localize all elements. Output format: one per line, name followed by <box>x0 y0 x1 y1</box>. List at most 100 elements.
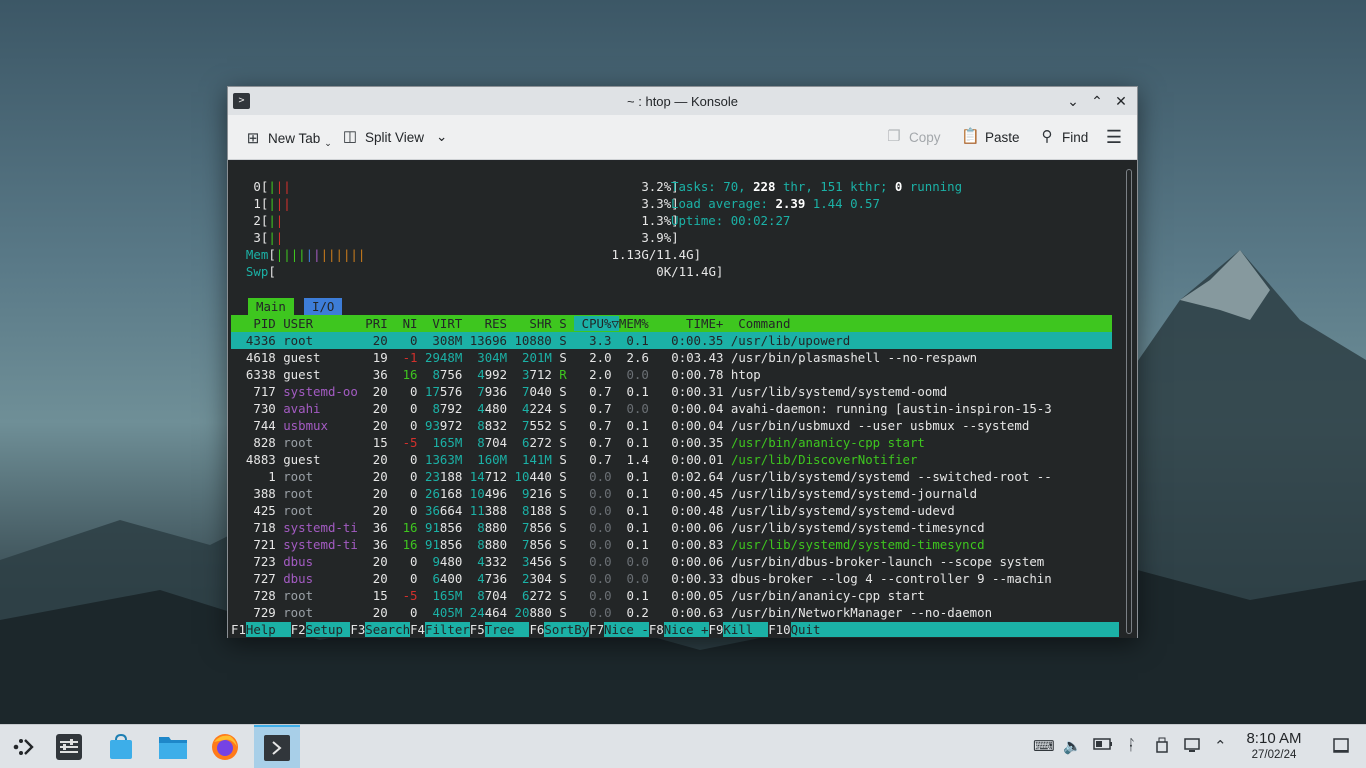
fkey-f1[interactable]: F1 <box>231 622 246 637</box>
mem-meter: Mem[|||||||||||| 1.13G/11.4G] <box>245 247 702 262</box>
process-table-header[interactable]: PID USER PRI NI VIRT RES SHR S CPU%▽MEM%… <box>231 315 1112 332</box>
konsole-icon <box>264 735 290 761</box>
split-view-icon: ◫ <box>342 128 358 145</box>
paste-icon: 📋 <box>961 128 980 145</box>
menu-icon: ☰ <box>1105 127 1123 147</box>
show-desktop-icon[interactable] <box>1333 738 1349 758</box>
store-icon <box>110 733 132 759</box>
new-tab-icon: ⊞ <box>246 129 260 147</box>
konsole-toolbar: ⊞ New Tab ⌄ ◫ Split View ⌄ ❐ Copy 📋 Past… <box>228 115 1137 160</box>
chevron-up-icon[interactable]: ⌃ <box>1214 737 1227 755</box>
clock[interactable]: 8:10 AM 27/02/24 <box>1238 730 1310 762</box>
keyboard-layout-icon[interactable]: ⌨ <box>1033 737 1055 755</box>
fkey-label[interactable]: Filter <box>424 622 470 637</box>
find-button[interactable]: ⚲ Find <box>1038 128 1089 146</box>
scrollbar[interactable] <box>1126 169 1132 634</box>
split-view-label: Split View <box>365 129 425 145</box>
volume-icon[interactable]: 🔈 <box>1063 737 1082 755</box>
taskbar: ⌨ 🔈 ᛛ ⌃ 8:10 AM 27/02/24 <box>0 724 1366 768</box>
usb-device-icon[interactable] <box>1156 737 1168 757</box>
fkey-f4[interactable]: F4 <box>410 622 425 637</box>
load-average-meter: Load average: 2.39 1.44 0.57 <box>671 196 880 211</box>
file-manager-button[interactable] <box>150 725 196 768</box>
firefox-icon <box>212 734 238 760</box>
hamburger-menu-button[interactable]: ☰ <box>1105 128 1123 146</box>
firefox-button[interactable] <box>202 725 248 768</box>
fkey-label[interactable]: Tree <box>484 622 530 637</box>
process-row[interactable]: 718 systemd-ti 36 16 91856 8880 7856 S 0… <box>231 519 984 536</box>
fkey-f3[interactable]: F3 <box>350 622 365 637</box>
fkey-f10[interactable]: F10 <box>768 622 790 637</box>
process-row[interactable]: 4618 guest 19 -1 2948M 304M 201M S 2.0 2… <box>231 349 977 366</box>
terminal-area[interactable]: 0[||| 3.2%] 1[||| 3.3%] 2[|| 1.3%] 3[|| <box>228 161 1137 638</box>
app-launcher-button[interactable] <box>0 725 46 768</box>
tab-main[interactable]: Main <box>248 298 294 315</box>
fkey-f8[interactable]: F8 <box>649 622 664 637</box>
process-row[interactable]: 6338 guest 36 16 8756 4992 3712 R 2.0 0.… <box>231 366 761 383</box>
find-label: Find <box>1062 129 1089 145</box>
fkey-label[interactable]: Nice - <box>604 622 649 637</box>
cpu2-meter: 2[|| 1.3%] <box>253 213 679 228</box>
process-row[interactable]: 425 root 20 0 36664 11388 8188 S 0.0 0.1… <box>231 502 954 519</box>
discover-button[interactable] <box>98 725 144 768</box>
search-icon: ⚲ <box>1041 128 1053 145</box>
window-titlebar[interactable]: > ~ : htop — Konsole ⌄ ⌃ ✕ <box>228 87 1137 115</box>
sort-column-cpu: CPU%▽ <box>574 316 619 331</box>
window-title: ~ : htop — Konsole <box>627 93 738 109</box>
process-row[interactable]: 728 root 15 -5 165M 8704 6272 S 0.0 0.1 … <box>231 587 925 604</box>
clock-time: 8:10 AM <box>1246 730 1302 747</box>
bluetooth-icon[interactable]: ᛛ <box>1127 737 1136 754</box>
fkey-label[interactable]: Nice + <box>663 622 709 637</box>
new-tab-label: New Tab <box>268 131 321 146</box>
paste-button[interactable]: 📋 Paste <box>961 128 1020 146</box>
battery-icon[interactable] <box>1093 737 1113 755</box>
fkey-f2[interactable]: F2 <box>291 622 306 637</box>
process-row[interactable]: 721 systemd-ti 36 16 91856 8880 7856 S 0… <box>231 536 984 553</box>
process-row[interactable]: 744 usbmux 20 0 93972 8832 7552 S 0.7 0.… <box>231 417 1029 434</box>
minimize-icon[interactable]: ⌄ <box>1065 91 1081 111</box>
tab-io[interactable]: I/O <box>304 298 343 315</box>
process-row[interactable]: 388 root 20 0 26168 10496 9216 S 0.0 0.1… <box>231 485 977 502</box>
fkey-label[interactable]: Search <box>365 622 411 637</box>
system-settings-button[interactable] <box>46 725 92 768</box>
process-row[interactable]: 723 dbus 20 0 9480 4332 3456 S 0.0 0.0 0… <box>231 553 1044 570</box>
split-view-button[interactable]: ◫ Split View ⌄ <box>341 128 447 146</box>
process-row[interactable]: 730 avahi 20 0 8792 4480 4224 S 0.7 0.0 … <box>231 400 1051 417</box>
new-tab-button[interactable]: ⊞ New Tab ⌄ <box>244 128 332 149</box>
process-row[interactable]: 4883 guest 20 0 1363M 160M 141M S 0.7 1.… <box>231 451 918 468</box>
chevron-down-icon: ⌄ <box>324 138 332 148</box>
konsole-icon: > <box>233 93 250 109</box>
network-icon[interactable] <box>1184 737 1202 757</box>
close-icon[interactable]: ✕ <box>1113 91 1129 111</box>
cpu0-meter: 0[||| 3.2%] <box>253 179 679 194</box>
process-row[interactable]: 828 root 15 -5 165M 8704 6272 S 0.7 0.1 … <box>231 434 925 451</box>
swp-meter: Swp[ 0K/11.4G] <box>245 264 724 279</box>
fkey-f9[interactable]: F9 <box>709 622 724 637</box>
fkey-f6[interactable]: F6 <box>529 622 544 637</box>
process-row[interactable]: 729 root 20 0 405M 24464 20880 S 0.0 0.2… <box>231 604 992 621</box>
fkey-f7[interactable]: F7 <box>589 622 604 637</box>
fkey-label[interactable]: Setup <box>305 622 351 637</box>
maximize-icon[interactable]: ⌃ <box>1089 91 1105 111</box>
copy-button[interactable]: ❐ Copy <box>885 128 941 146</box>
copy-label: Copy <box>909 129 941 145</box>
konsole-task-button[interactable] <box>254 725 300 768</box>
konsole-window[interactable]: > ~ : htop — Konsole ⌄ ⌃ ✕ ⊞ New Tab ⌄ ◫… <box>227 86 1138 638</box>
tasks-meter: Tasks: 70, 228 thr, 151 kthr; 0 running <box>671 179 963 194</box>
process-row[interactable]: 717 systemd-oo 20 0 17576 7936 7040 S 0.… <box>231 383 947 400</box>
process-row[interactable]: 4336 root 20 0 308M 13696 10880 S 3.3 0.… <box>231 332 1112 349</box>
settings-icon <box>56 734 82 760</box>
cpu3-meter: 3[|| 3.9%] <box>253 230 679 245</box>
launcher-icon <box>13 739 34 755</box>
fkey-label[interactable]: SortBy <box>544 622 590 637</box>
fkey-f5[interactable]: F5 <box>470 622 485 637</box>
fkey-label[interactable]: Kill <box>723 622 769 637</box>
process-row[interactable]: 1 root 20 0 23188 14712 10440 S 0.0 0.1 … <box>231 468 1051 485</box>
cpu1-meter: 1[||| 3.3%] <box>253 196 679 211</box>
fkey-label[interactable]: Quit <box>790 622 821 637</box>
copy-icon: ❐ <box>887 128 901 145</box>
fkey-bar-filler <box>820 622 1119 637</box>
fkey-label[interactable]: Help <box>245 622 291 637</box>
folder-icon <box>159 737 187 759</box>
process-row[interactable]: 727 dbus 20 0 6400 4736 2304 S 0.0 0.0 0… <box>231 570 1051 587</box>
